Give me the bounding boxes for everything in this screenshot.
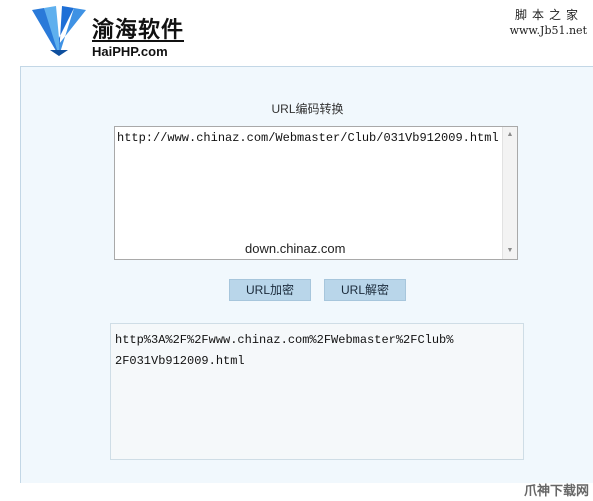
site-url[interactable]: www.Jb51.net <box>510 24 587 37</box>
url-encode-panel: URL编码转换 http://www.chinaz.com/Webmaster/… <box>20 66 593 483</box>
logo-underline <box>92 40 184 42</box>
url-output-box[interactable]: http%3A%2F%2Fwww.chinaz.com%2FWebmaster%… <box>110 323 524 460</box>
output-line: http%3A%2F%2Fwww.chinaz.com%2FWebmaster%… <box>115 333 454 347</box>
site-logo[interactable]: 渝海软件 HaiPHP.com <box>30 6 190 62</box>
textarea-scrollbar[interactable]: ▲ ▼ <box>502 127 517 259</box>
download-site-watermark: 爪神下载网 <box>523 484 589 499</box>
url-input-value[interactable]: http://www.chinaz.com/Webmaster/Club/031… <box>117 131 499 145</box>
scroll-up-arrow-icon[interactable]: ▲ <box>503 130 517 140</box>
fan-logo-icon <box>32 6 86 56</box>
encode-button[interactable]: URL加密 <box>229 279 311 301</box>
url-output-text: http%3A%2F%2Fwww.chinaz.com%2FWebmaster%… <box>115 330 515 372</box>
url-input-textarea[interactable]: http://www.chinaz.com/Webmaster/Club/031… <box>114 126 518 260</box>
input-watermark: down.chinaz.com <box>245 241 346 256</box>
output-line: 2F031Vb912009.html <box>115 354 245 368</box>
decode-button[interactable]: URL解密 <box>324 279 406 301</box>
scroll-down-arrow-icon[interactable]: ▼ <box>503 246 517 256</box>
site-title: 脚本之家 <box>514 8 583 22</box>
page-title: URL编码转换 <box>271 102 344 116</box>
logo-english-name: HaiPHP.com <box>92 44 168 59</box>
